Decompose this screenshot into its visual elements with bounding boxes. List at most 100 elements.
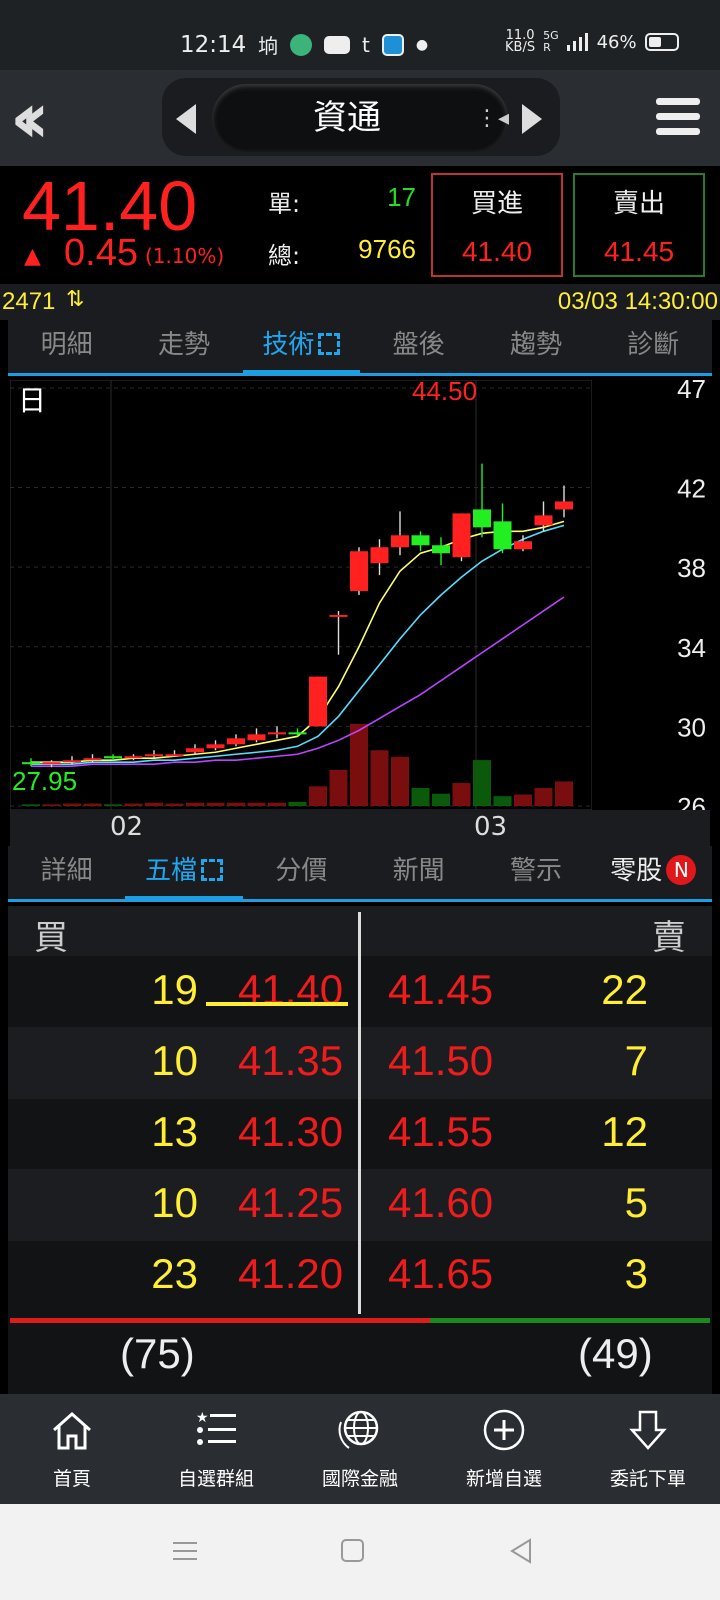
app-header: ‹‹ 資通 ⋮◂ bbox=[0, 70, 720, 166]
candle-body bbox=[411, 535, 430, 546]
prev-stock-arrow-icon[interactable] bbox=[176, 104, 196, 134]
tab-detail[interactable]: 明細 bbox=[8, 320, 125, 373]
period-label: 日 bbox=[18, 384, 46, 417]
chart-x-axis: 02 03 bbox=[10, 810, 710, 846]
buy-label: 買進 bbox=[470, 189, 523, 219]
youtube-icon bbox=[324, 35, 350, 54]
candlestick-chart[interactable]: 474238343026日 44.5027.95 bbox=[10, 380, 710, 816]
volume-bar bbox=[493, 796, 512, 806]
bid-qty: 23 bbox=[151, 1250, 198, 1297]
buy-price: 41.40 bbox=[461, 236, 533, 267]
volume-bar bbox=[104, 804, 122, 806]
candle-body bbox=[534, 515, 553, 526]
hamburger-menu-icon[interactable] bbox=[656, 98, 700, 138]
buy-button[interactable]: 買進 41.40 bbox=[431, 173, 563, 277]
ask-price: 41.50 bbox=[388, 1037, 494, 1084]
expand-icon[interactable] bbox=[201, 859, 223, 881]
globe-icon bbox=[338, 1410, 379, 1449]
tab-details[interactable]: 詳細 bbox=[8, 846, 125, 899]
volume-bar bbox=[432, 793, 450, 806]
next-stock-arrow-icon[interactable] bbox=[522, 104, 542, 134]
ask-qty: 3 bbox=[624, 1250, 648, 1297]
bid-qty: 10 bbox=[151, 1179, 198, 1226]
plus-circle-icon bbox=[483, 1409, 525, 1451]
volume-bar bbox=[309, 786, 327, 806]
back-triangle-icon[interactable] bbox=[508, 1538, 534, 1564]
bid-qty: 10 bbox=[151, 1037, 198, 1084]
volume-bar bbox=[63, 803, 81, 806]
candle-body bbox=[452, 513, 471, 558]
nav-watchlist-groups[interactable]: ★ 自選群組 bbox=[144, 1394, 288, 1504]
candle-body bbox=[206, 744, 225, 749]
status-right: 11.0 KB/S 5G R 46% bbox=[505, 28, 679, 55]
volume-bar bbox=[473, 760, 491, 806]
recents-menu-icon[interactable] bbox=[172, 1538, 198, 1564]
volume-bar bbox=[206, 802, 225, 806]
sell-button[interactable]: 賣出 41.45 bbox=[573, 173, 705, 277]
nav-home[interactable]: 首頁 bbox=[0, 1394, 144, 1504]
arrow-down-icon bbox=[629, 1410, 667, 1450]
candle-body bbox=[186, 748, 204, 753]
bid-price: 41.30 bbox=[238, 1108, 344, 1155]
candle-body bbox=[145, 754, 163, 757]
candle-body bbox=[268, 732, 286, 735]
tab-after-hours[interactable]: 盤後 bbox=[360, 320, 477, 373]
back-double-chevron-icon[interactable]: ‹‹ bbox=[10, 83, 78, 153]
expand-icon[interactable] bbox=[318, 333, 341, 355]
sell-total: (49) bbox=[578, 1330, 653, 1377]
new-badge: N bbox=[666, 855, 697, 885]
bid-qty: 19 bbox=[151, 966, 198, 1013]
home-square-icon[interactable] bbox=[340, 1538, 366, 1564]
volume-bar bbox=[391, 756, 409, 806]
nav-international[interactable]: 國際金融 bbox=[288, 1394, 432, 1504]
y-tick-label: 47 bbox=[677, 380, 706, 404]
volume-bar bbox=[247, 802, 266, 806]
y-axis-area bbox=[592, 380, 710, 810]
tab-trend[interactable]: 走勢 bbox=[125, 320, 242, 373]
candle-body bbox=[473, 509, 491, 528]
volume-bar bbox=[186, 802, 204, 806]
high-price-label: 44.50 bbox=[412, 380, 477, 406]
stock-title[interactable]: 資通 bbox=[212, 84, 482, 152]
candle-body bbox=[227, 738, 245, 745]
unit-volume-label: 單: bbox=[268, 190, 301, 218]
system-nav-bar bbox=[0, 1504, 720, 1600]
buy-strength-bar bbox=[10, 1318, 430, 1323]
tab-alerts[interactable]: 警示 bbox=[477, 846, 594, 899]
order-book: 買 賣 19 41.40 41.45 22 10 41.35 41.50 7 13 41.30 41… bbox=[8, 906, 712, 1394]
book-divider bbox=[358, 912, 361, 1314]
tab-tendency[interactable]: 趨勢 bbox=[477, 320, 594, 373]
notification-icons: 垧 t ● bbox=[258, 30, 428, 59]
network-speed: 11.0 KB/S bbox=[505, 28, 536, 55]
tab-price-volume[interactable]: 分價 bbox=[243, 846, 360, 899]
candle-body bbox=[165, 754, 184, 757]
candle-body bbox=[42, 762, 61, 765]
bid-price: 41.35 bbox=[238, 1037, 344, 1084]
tab-five-levels[interactable]: 五檔 bbox=[125, 846, 243, 902]
volume-bar bbox=[555, 781, 573, 806]
sort-arrows-icon[interactable]: ⇅ bbox=[66, 286, 84, 312]
tab-diagnosis[interactable]: 診斷 bbox=[595, 320, 712, 373]
bottom-tab-bar: 詳細 五檔 分價 新聞 警示 零股 N bbox=[8, 846, 712, 902]
nav-add-watchlist[interactable]: 新增自選 bbox=[432, 1394, 576, 1504]
up-triangle-icon: ▲ bbox=[24, 244, 41, 269]
buy-header: 買 bbox=[34, 918, 68, 958]
tab-technical[interactable]: 技術 bbox=[242, 320, 361, 376]
nav-label: 委託下單 bbox=[609, 1468, 686, 1490]
bid-price: 41.25 bbox=[238, 1179, 344, 1226]
tab-odd-lot[interactable]: 零股 N bbox=[595, 846, 712, 899]
candle-body bbox=[124, 756, 143, 759]
ask-qty: 5 bbox=[624, 1179, 648, 1226]
volume-bar bbox=[145, 802, 163, 806]
sell-price: 41.45 bbox=[603, 236, 675, 267]
y-tick-label: 34 bbox=[677, 633, 706, 663]
tab-news[interactable]: 新聞 bbox=[360, 846, 477, 899]
volume-bar bbox=[534, 787, 553, 806]
ask-qty: 22 bbox=[601, 966, 648, 1013]
y-tick-label: 30 bbox=[677, 712, 706, 742]
candle-body bbox=[22, 762, 40, 765]
grip-icon[interactable]: ⋮◂ bbox=[476, 106, 509, 131]
candle-body bbox=[309, 676, 327, 727]
nav-place-order[interactable]: 委託下單 bbox=[576, 1394, 720, 1504]
green-app-icon bbox=[290, 33, 312, 56]
